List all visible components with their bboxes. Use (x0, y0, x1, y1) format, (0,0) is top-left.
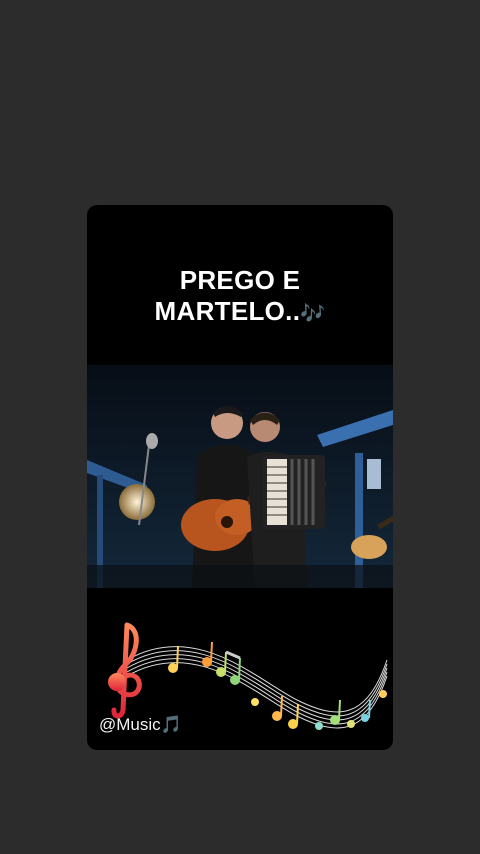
caption: PREGO E MARTELO..🎶 (87, 265, 393, 330)
caption-line-2: MARTELO..🎶 (87, 296, 393, 330)
caption-line-2-text: MARTELO.. (154, 296, 301, 326)
guitar-hole (221, 516, 233, 528)
screen: PREGO E MARTELO..🎶 @Music🎵 (0, 0, 480, 854)
caption-line-1: PREGO E (179, 265, 301, 295)
microphone (146, 433, 158, 449)
user-handle[interactable]: @Music🎵 (99, 715, 182, 735)
colored-notes (168, 641, 387, 730)
bass-guitar (351, 535, 387, 559)
story-card[interactable]: PREGO E MARTELO..🎶 @Music🎵 (87, 205, 393, 750)
stage-light (367, 459, 381, 489)
lamp (119, 484, 155, 520)
stage-floor (87, 565, 393, 588)
handle-text: @Music (99, 715, 161, 734)
video-frame[interactable] (87, 365, 393, 588)
video-scene (87, 365, 393, 588)
music-notes-emoji: 🎶 (300, 303, 326, 325)
music-note-icon: 🎵 (160, 715, 182, 734)
treble-clef-icon (108, 622, 142, 719)
